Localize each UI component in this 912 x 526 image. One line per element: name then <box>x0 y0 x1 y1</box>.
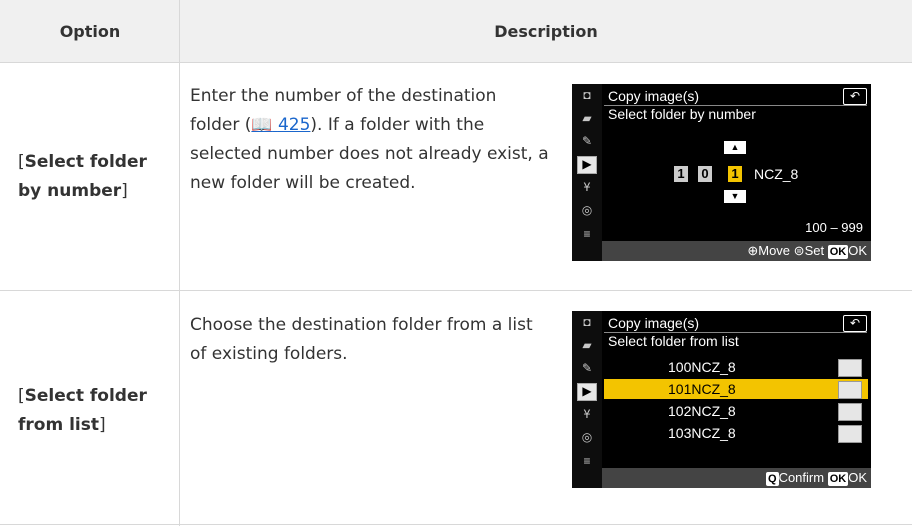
description-select-folder-by-number: Enter the number of the destination fold… <box>190 86 549 193</box>
header-description: Description <box>180 0 912 63</box>
folder-list-item-selected[interactable]: 101NCZ_8 <box>604 379 868 399</box>
screen-subtitle: Select folder by number <box>608 106 756 122</box>
page-reference-link[interactable]: 📖 425 <box>251 115 310 135</box>
folder-list-item[interactable]: 102NCZ_8 <box>604 401 868 421</box>
folder-digit-ones[interactable]: 1 <box>728 166 742 182</box>
movie-icon: ▰ <box>582 111 592 125</box>
camera-screen-folder-by-number: ◘ ▰ ✎ ▶ Ұ ◎ ≡ Copy image(s) ↶ Select fol… <box>572 84 871 261</box>
screen-footer: ⊕Move ⊜Set OK OK <box>602 241 871 261</box>
pencil-icon: ✎ <box>581 361 593 375</box>
folder-list-item[interactable]: 103NCZ_8 <box>604 423 868 443</box>
row-divider <box>0 290 912 291</box>
folder-digit-hundreds[interactable]: 1 <box>674 166 688 182</box>
header-option: Option <box>0 0 180 63</box>
thumbnail-icon <box>838 425 862 443</box>
options-table: Option Description [Select folder by num… <box>0 0 912 526</box>
wrench-icon: Ұ <box>583 180 591 194</box>
playback-icon: ▶ <box>577 383 597 401</box>
playback-icon: ▶ <box>577 156 597 174</box>
option-select-folder-by-number: [Select folder by number] <box>18 152 147 201</box>
folder-list-item[interactable]: 100NCZ_8 <box>604 357 868 377</box>
folder-suffix: NCZ_8 <box>754 166 799 182</box>
description-select-folder-from-list: Choose the destination folder from a lis… <box>190 315 533 364</box>
mymenu-icon: ≡ <box>583 227 591 241</box>
zoom-button-icon: Q <box>766 472 779 486</box>
folder-digit-tens[interactable]: 0 <box>698 166 712 182</box>
mymenu-icon: ≡ <box>583 454 591 468</box>
screen-subtitle: Select folder from list <box>608 333 739 349</box>
table-bottom-line <box>0 524 912 525</box>
menu-sidebar: ◘ ▰ ✎ ▶ Ұ ◎ ≡ <box>572 84 602 261</box>
column-divider <box>179 0 180 526</box>
camera-icon: ◘ <box>583 315 591 329</box>
down-arrow-icon[interactable]: ▼ <box>724 190 746 203</box>
ok-button-icon: OK <box>827 472 849 486</box>
back-icon[interactable]: ↶ <box>843 315 867 332</box>
thumbnail-icon <box>838 403 862 421</box>
pencil-icon: ✎ <box>581 134 593 148</box>
camera-icon: ◘ <box>583 88 591 102</box>
thumbnail-icon <box>838 359 862 377</box>
multi-selector-icon: ⊕ <box>747 243 759 258</box>
network-icon: ◎ <box>581 203 593 217</box>
folder-range: 100 – 999 <box>805 220 863 235</box>
up-arrow-icon[interactable]: ▲ <box>724 141 746 154</box>
thumbnail-icon <box>838 381 862 399</box>
sub-selector-icon: ⊜ <box>793 243 805 258</box>
menu-sidebar: ◘ ▰ ✎ ▶ Ұ ◎ ≡ <box>572 311 602 488</box>
option-select-folder-from-list: [Select folder from list] <box>18 386 147 435</box>
screen-title: Copy image(s) <box>608 88 700 104</box>
screen-title: Copy image(s) <box>608 315 700 331</box>
ok-button-icon: OK <box>827 245 849 259</box>
network-icon: ◎ <box>581 430 593 444</box>
book-icon: 📖 <box>251 115 273 135</box>
wrench-icon: Ұ <box>583 407 591 421</box>
movie-icon: ▰ <box>582 338 592 352</box>
camera-screen-folder-from-list: ◘ ▰ ✎ ▶ Ұ ◎ ≡ Copy image(s) ↶ Select fol… <box>572 311 871 488</box>
screen-footer: Q Confirm OK OK <box>602 468 871 488</box>
back-icon[interactable]: ↶ <box>843 88 867 105</box>
